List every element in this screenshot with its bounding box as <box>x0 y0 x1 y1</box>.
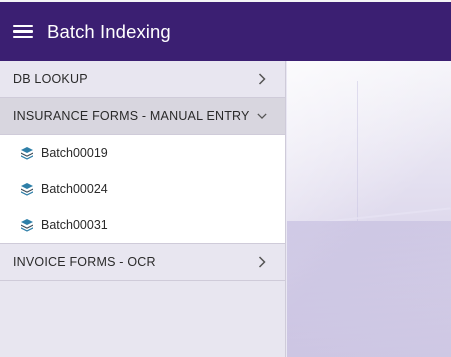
section-label: DB LOOKUP <box>13 72 88 86</box>
section-insurance-forms-manual-entry[interactable]: INSURANCE FORMS - MANUAL ENTRY <box>0 98 285 135</box>
layers-icon <box>21 183 33 196</box>
chevron-down-icon <box>257 111 267 121</box>
chevron-right-icon <box>257 256 267 268</box>
list-item[interactable]: Batch00031 <box>0 207 285 243</box>
background-image <box>287 61 451 357</box>
batch-label: Batch00019 <box>41 146 108 160</box>
list-item[interactable]: Batch00024 <box>0 171 285 207</box>
batch-list: Batch00019 Batch00024 Batch00031 <box>0 135 285 244</box>
section-db-lookup[interactable]: DB LOOKUP <box>0 61 285 98</box>
app-bar: Batch Indexing <box>0 0 451 61</box>
layers-icon <box>21 147 33 160</box>
batch-label: Batch00031 <box>41 218 108 232</box>
layers-icon <box>21 219 33 232</box>
app-title: Batch Indexing <box>47 20 171 42</box>
hamburger-menu-icon[interactable] <box>13 24 33 40</box>
section-label: INVOICE FORMS - OCR <box>13 255 156 269</box>
chevron-right-icon <box>257 73 267 85</box>
section-invoice-forms-ocr[interactable]: INVOICE FORMS - OCR <box>0 244 285 281</box>
batch-label: Batch00024 <box>41 182 108 196</box>
section-label: INSURANCE FORMS - MANUAL ENTRY <box>13 109 250 123</box>
batch-navigation-panel: DB LOOKUP INSURANCE FORMS - MANUAL ENTRY… <box>0 61 286 357</box>
list-item[interactable]: Batch00019 <box>0 135 285 171</box>
